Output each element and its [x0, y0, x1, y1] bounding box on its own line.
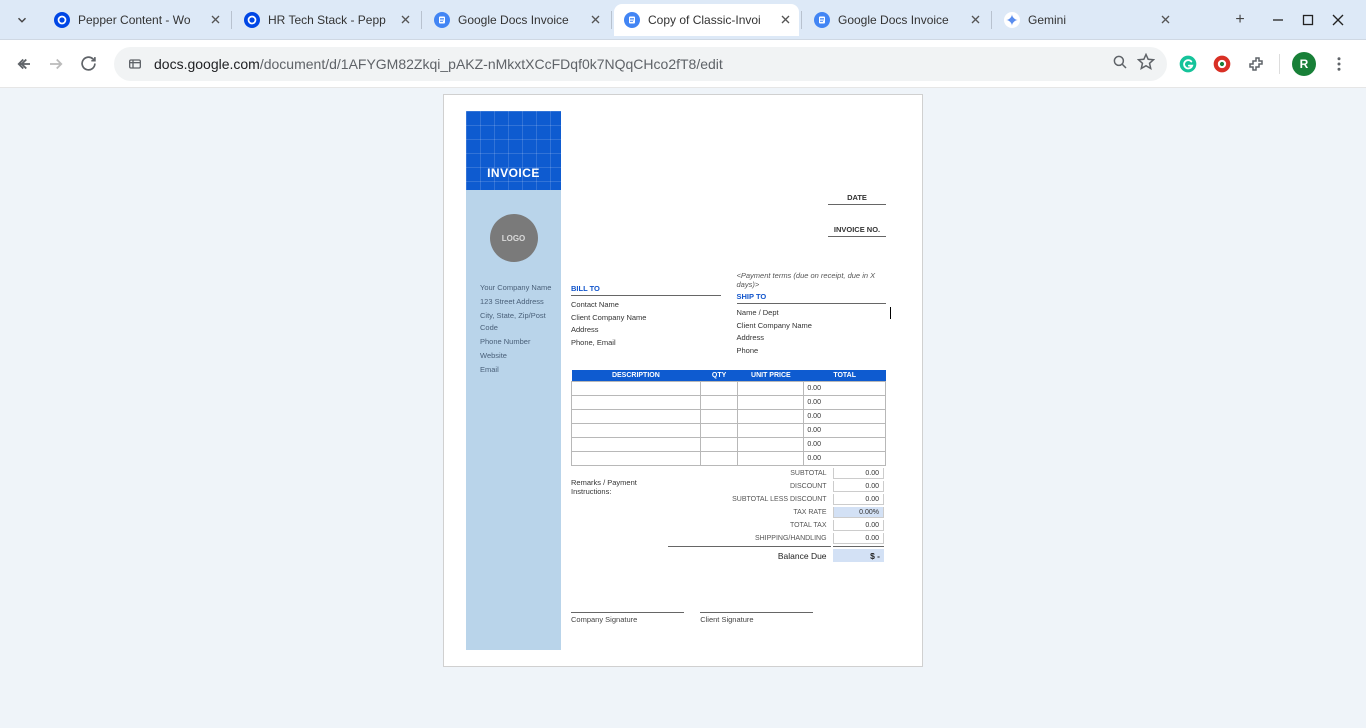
totals-table: SUBTOTAL0.00 DISCOUNT0.00 SUBTOTAL LESS … — [666, 466, 887, 564]
table-row: 0.00 — [572, 424, 886, 438]
table-row: 0.00 — [572, 452, 886, 466]
extension-icons: R — [1177, 52, 1350, 76]
tab-title: HR Tech Stack - Pepp — [268, 13, 397, 27]
titlebar: Pepper Content - Wo HR Tech Stack - Pepp G… — [0, 0, 1366, 40]
window-controls — [1254, 12, 1362, 28]
text-cursor — [890, 307, 891, 319]
pepper-favicon-icon — [54, 12, 70, 28]
invoice-header: INVOICE — [466, 111, 561, 190]
client-signature: Client Signature — [700, 612, 813, 624]
tab-separator — [991, 11, 992, 29]
zoom-icon[interactable] — [1111, 53, 1129, 74]
browser-tab[interactable]: Gemini — [994, 4, 1179, 36]
tab-title: Google Docs Invoice — [838, 13, 967, 27]
tab-separator — [231, 11, 232, 29]
browser-tab[interactable]: Pepper Content - Wo — [44, 4, 229, 36]
tab-close-icon[interactable] — [967, 12, 983, 28]
tab-separator — [611, 11, 612, 29]
tab-close-icon[interactable] — [777, 12, 793, 28]
grammarly-icon[interactable] — [1177, 53, 1199, 75]
minimize-icon[interactable] — [1270, 12, 1286, 28]
bookmark-icon[interactable] — [1137, 53, 1155, 74]
table-row: 0.00 — [572, 382, 886, 396]
signature-row: Company Signature Client Signature — [571, 612, 886, 624]
back-button[interactable] — [8, 48, 40, 80]
table-row: 0.00 — [572, 438, 886, 452]
extension-icon-2[interactable] — [1211, 53, 1233, 75]
address-bar: docs.google.com/document/d/1AFYGM82Zkqi_… — [0, 40, 1366, 88]
tab-separator — [421, 11, 422, 29]
invoice-sidebar: INVOICE LOGO Your Company Name 123 Stree… — [466, 111, 561, 650]
date-label: DATE — [828, 193, 886, 205]
browser-tab[interactable]: HR Tech Stack - Pepp — [234, 4, 419, 36]
table-row: 0.00 — [572, 410, 886, 424]
reload-button[interactable] — [72, 48, 104, 80]
table-row: 0.00 — [572, 396, 886, 410]
browser-tab[interactable]: Google Docs Invoice — [424, 4, 609, 36]
invoice-main: DATE INVOICE NO. BILL TO Contact Name Cl… — [571, 111, 886, 650]
tab-close-icon[interactable] — [207, 12, 223, 28]
separator — [1279, 54, 1280, 74]
profile-avatar[interactable]: R — [1292, 52, 1316, 76]
document-viewport[interactable]: INVOICE LOGO Your Company Name 123 Stree… — [0, 88, 1366, 728]
browser-tab[interactable]: Copy of Classic-Invoi — [614, 4, 799, 36]
forward-button[interactable] — [40, 48, 72, 80]
omnibox[interactable]: docs.google.com/document/d/1AFYGM82Zkqi_… — [114, 47, 1167, 81]
tab-title: Copy of Classic-Invoi — [648, 13, 777, 27]
tab-title: Google Docs Invoice — [458, 13, 587, 27]
document-page[interactable]: INVOICE LOGO Your Company Name 123 Stree… — [443, 94, 923, 667]
company-info: Your Company Name 123 Street Address Cit… — [466, 282, 561, 387]
company-signature: Company Signature — [571, 612, 684, 624]
tab-title: Pepper Content - Wo — [78, 13, 207, 27]
gdoc-favicon-icon — [814, 12, 830, 28]
site-info-icon[interactable] — [126, 55, 144, 73]
logo-placeholder: LOGO — [490, 214, 538, 262]
tab-close-icon[interactable] — [397, 12, 413, 28]
pepper-favicon-icon — [244, 12, 260, 28]
ship-to-column: <Payment terms (due on receipt, due in X… — [737, 267, 887, 358]
tab-separator — [801, 11, 802, 29]
gdoc-favicon-icon — [434, 12, 450, 28]
items-table: DESCRIPTION QTY UNIT PRICE TOTAL 0.000.0… — [571, 370, 886, 466]
tab-search-button[interactable] — [4, 5, 40, 35]
remarks-label: Remarks / Payment Instructions: — [571, 472, 666, 496]
maximize-icon[interactable] — [1300, 12, 1316, 28]
invoice-no-label: INVOICE NO. — [828, 225, 886, 237]
url-text: docs.google.com/document/d/1AFYGM82Zkqi_… — [154, 56, 1103, 72]
gemini-favicon-icon — [1004, 12, 1020, 28]
tab-close-icon[interactable] — [587, 12, 603, 28]
close-icon[interactable] — [1330, 12, 1346, 28]
tabs: Pepper Content - Wo HR Tech Stack - Pepp G… — [44, 0, 1222, 39]
browser-tab[interactable]: Google Docs Invoice — [804, 4, 989, 36]
new-tab-button[interactable]: + — [1226, 6, 1254, 34]
gdoc-favicon-icon — [624, 12, 640, 28]
bill-to-column: BILL TO Contact Name Client Company Name… — [571, 267, 721, 358]
kebab-menu-icon[interactable] — [1328, 53, 1350, 75]
extensions-icon[interactable] — [1245, 53, 1267, 75]
tab-close-icon[interactable] — [1157, 12, 1173, 28]
tab-title: Gemini — [1028, 13, 1157, 27]
